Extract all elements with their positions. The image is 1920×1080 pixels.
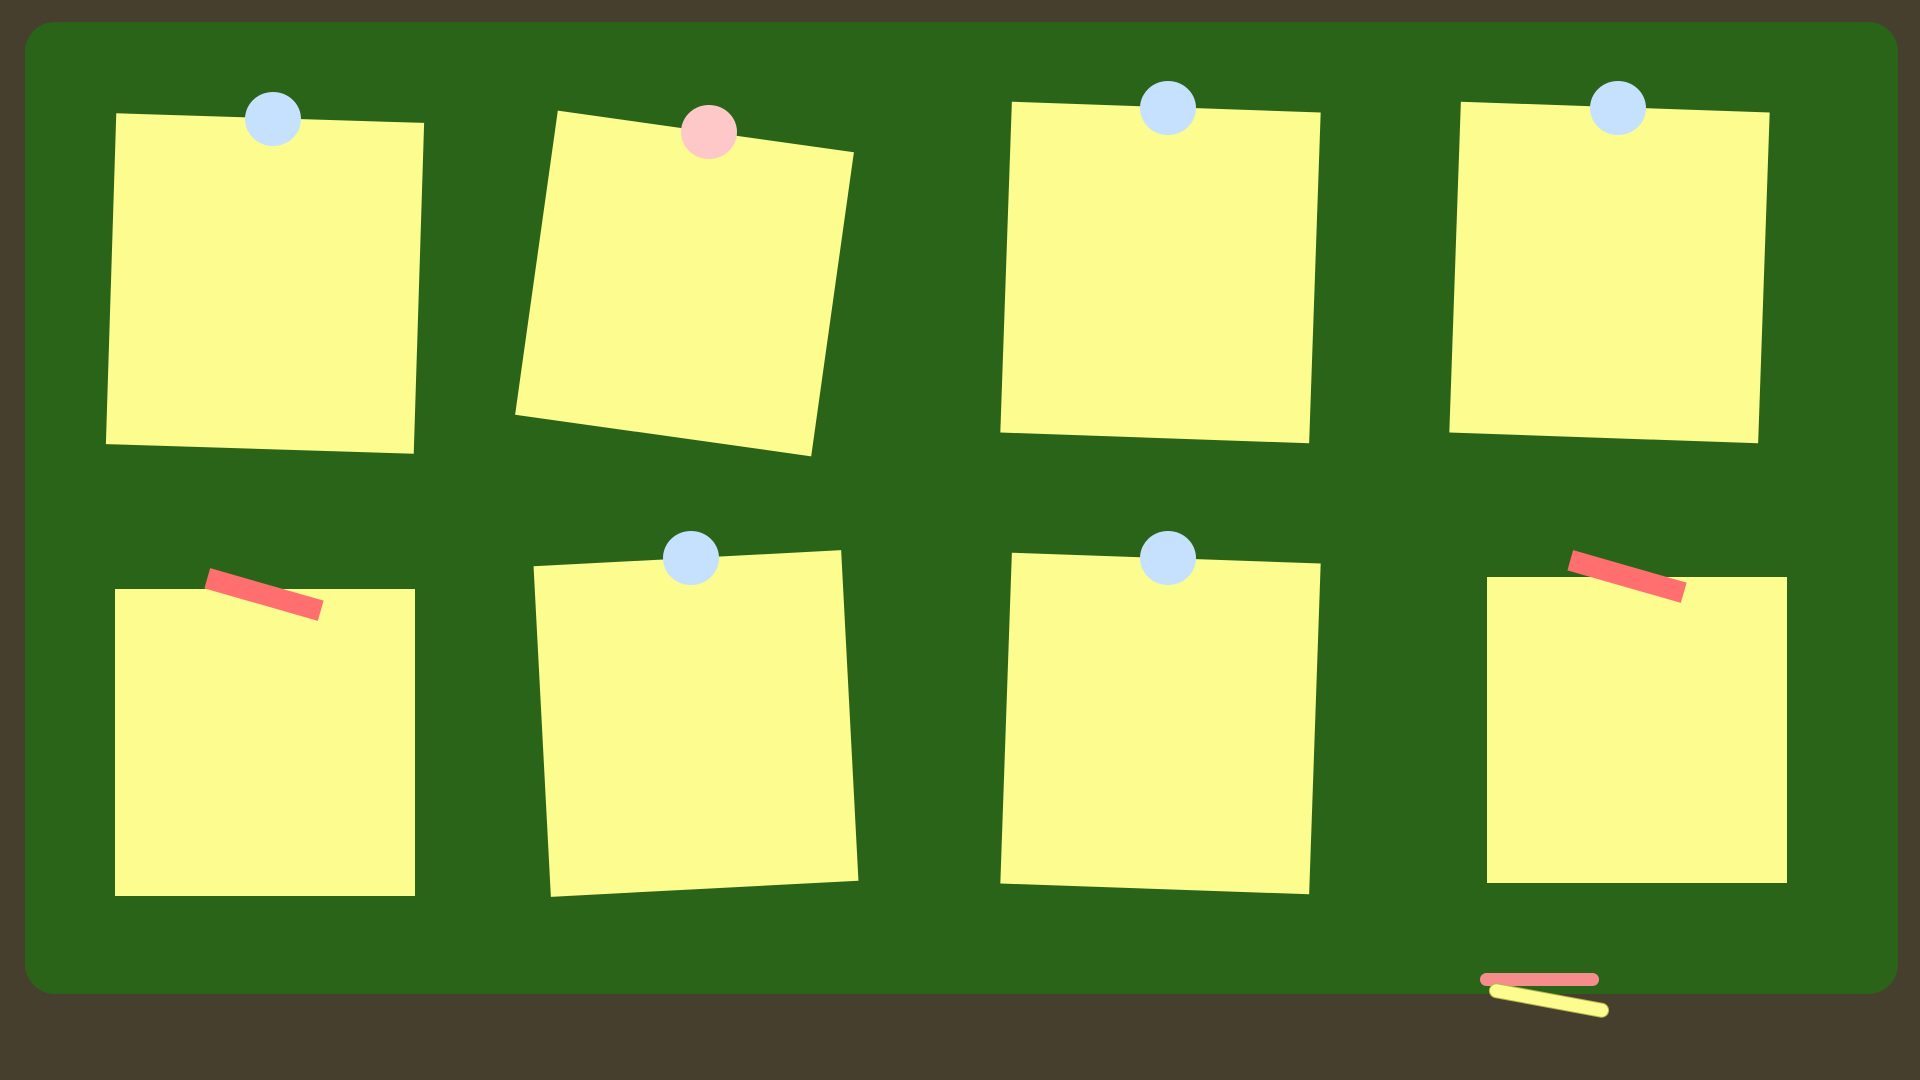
pushpin-icon	[1140, 531, 1196, 585]
sticky-note[interactable]	[1487, 577, 1787, 883]
sticky-note[interactable]	[105, 113, 425, 454]
pushpin-icon	[1590, 81, 1646, 135]
pushpin-icon	[245, 92, 301, 146]
pushpin-icon	[1140, 81, 1196, 135]
sticky-note[interactable]	[533, 550, 859, 897]
sticky-note[interactable]	[115, 589, 415, 896]
sticky-note[interactable]	[1449, 101, 1770, 444]
pushpin-icon	[663, 531, 719, 585]
pushpin-icon	[681, 105, 737, 159]
sticky-note[interactable]	[1000, 101, 1321, 444]
sticky-note[interactable]	[515, 110, 854, 457]
sticky-note[interactable]	[1000, 552, 1321, 895]
